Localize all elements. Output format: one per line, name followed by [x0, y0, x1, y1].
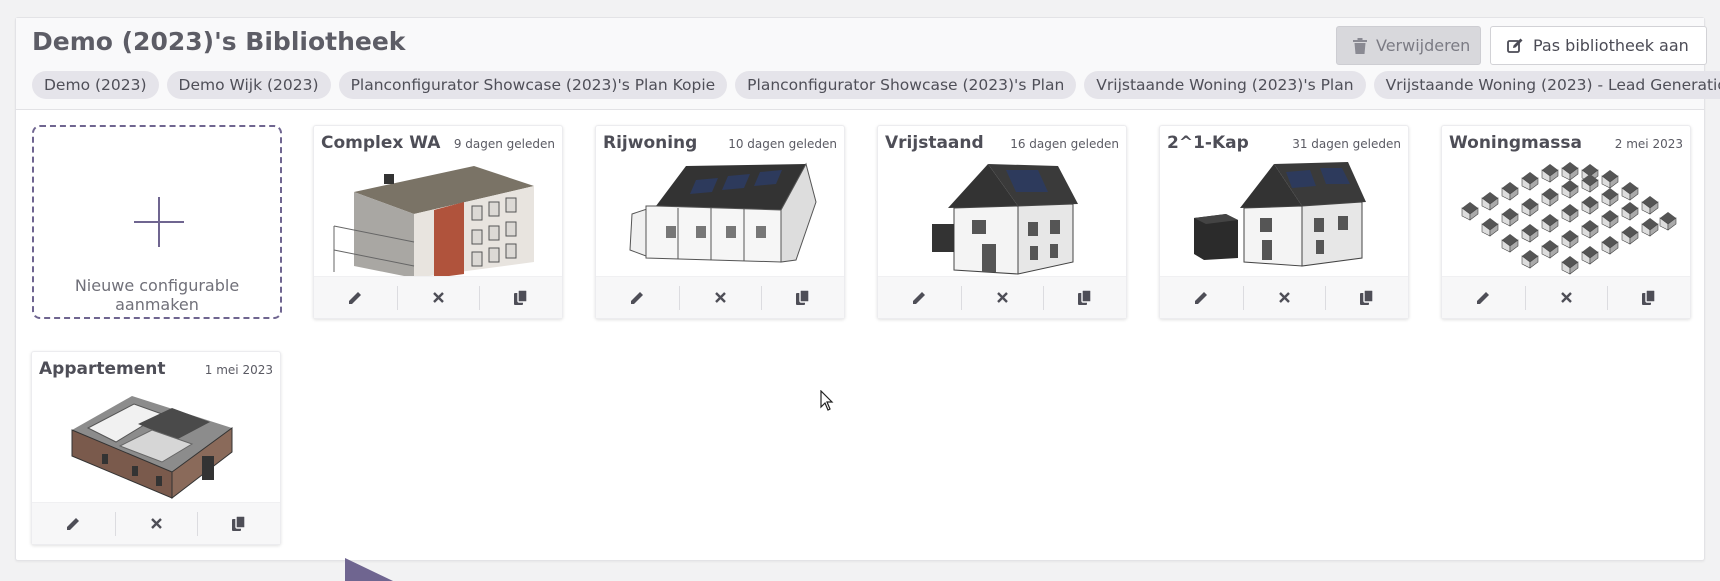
pencil-icon: [1476, 292, 1489, 304]
close-icon: [996, 292, 1008, 303]
configurable-card[interactable]: Complex WA 9 dagen geleden: [313, 125, 563, 319]
card-thumbnail: [606, 162, 836, 278]
close-icon: [1560, 292, 1572, 303]
mouse-cursor-icon: [820, 390, 834, 411]
copy-icon: [1077, 290, 1092, 305]
delete-card-button[interactable]: [960, 277, 1044, 318]
duplicate-card-button[interactable]: [197, 503, 280, 544]
card-title: 2^1-Kap: [1167, 133, 1249, 153]
delete-card-button[interactable]: [396, 277, 480, 318]
pencil-icon: [912, 292, 925, 304]
card-date: 1 mei 2023: [204, 363, 273, 377]
duplicate-card-button[interactable]: [761, 277, 844, 318]
copy-icon: [231, 516, 246, 531]
card-date: 10 dagen geleden: [728, 137, 837, 151]
tag[interactable]: Vrijstaande Woning (2023) - Lead Generat…: [1373, 71, 1720, 99]
pencil-icon: [630, 292, 643, 304]
card-actions: [596, 276, 844, 318]
edit-icon: [1507, 38, 1524, 54]
tag[interactable]: Planconfigurator Showcase (2023)'s Plan: [735, 71, 1077, 99]
duplicate-card-button[interactable]: [1607, 277, 1690, 318]
page-title: Demo (2023)'s Bibliotheek: [32, 27, 406, 56]
edit-library-button[interactable]: Pas bibliotheek aan: [1490, 26, 1707, 65]
delete-card-button[interactable]: [678, 277, 762, 318]
close-icon: [150, 518, 162, 529]
play-arrow-icon: [345, 558, 393, 581]
delete-button-label: Verwijderen: [1376, 36, 1471, 55]
new-configurable-card[interactable]: Nieuwe configurable aanmaken: [32, 125, 282, 319]
card-actions: [314, 276, 562, 318]
card-thumbnail: [888, 162, 1118, 278]
copy-icon: [1641, 290, 1656, 305]
configurable-card[interactable]: Rijwoning 10 dagen geleden: [595, 125, 845, 319]
edit-card-button[interactable]: [878, 277, 961, 318]
configurable-card[interactable]: Vrijstaand 16 dagen geleden: [877, 125, 1127, 319]
trash-icon: [1353, 37, 1367, 54]
tag-list: Demo (2023) Demo Wijk (2023) Planconfigu…: [32, 71, 1720, 99]
card-actions: [878, 276, 1126, 318]
edit-card-button[interactable]: [596, 277, 679, 318]
card-title: Rijwoning: [603, 133, 698, 153]
card-date: 16 dagen geleden: [1010, 137, 1119, 151]
edit-card-button[interactable]: [32, 503, 115, 544]
card-thumbnail: [1452, 162, 1682, 278]
tag[interactable]: Planconfigurator Showcase (2023)'s Plan …: [338, 71, 728, 99]
card-thumbnail: [1170, 162, 1400, 278]
copy-icon: [513, 290, 528, 305]
library-header: Demo (2023)'s Bibliotheek Verwijderen Pa…: [16, 18, 1720, 110]
card-actions: [1442, 276, 1690, 318]
configurable-card[interactable]: Appartement 1 mei 2023: [31, 351, 281, 545]
configurable-card[interactable]: 2^1-Kap 31 dagen geleden: [1159, 125, 1409, 319]
card-thumbnail: [42, 388, 272, 504]
duplicate-card-button[interactable]: [1325, 277, 1408, 318]
close-icon: [1278, 292, 1290, 303]
tag[interactable]: Demo Wijk (2023): [166, 71, 331, 99]
delete-card-button[interactable]: [114, 503, 198, 544]
duplicate-card-button[interactable]: [479, 277, 562, 318]
card-title: Vrijstaand: [885, 133, 984, 153]
card-title: Woningmassa: [1449, 133, 1582, 153]
library-panel: Demo (2023)'s Bibliotheek Verwijderen Pa…: [15, 17, 1720, 561]
pencil-icon: [66, 518, 79, 530]
close-icon: [714, 292, 726, 303]
card-date: 31 dagen geleden: [1292, 137, 1401, 151]
edit-card-button[interactable]: [1442, 277, 1525, 318]
close-icon: [432, 292, 444, 303]
tag[interactable]: Demo (2023): [32, 71, 159, 99]
duplicate-card-button[interactable]: [1043, 277, 1126, 318]
configurable-card[interactable]: Woningmassa 2 mei 2023: [1441, 125, 1691, 319]
new-configurable-label: Nieuwe configurable aanmaken: [74, 276, 240, 314]
card-actions: [1160, 276, 1408, 318]
copy-icon: [795, 290, 810, 305]
edit-card-button[interactable]: [314, 277, 397, 318]
edit-button-label: Pas bibliotheek aan: [1533, 36, 1689, 55]
delete-card-button[interactable]: [1524, 277, 1608, 318]
delete-card-button[interactable]: [1242, 277, 1326, 318]
plus-icon: [134, 197, 184, 247]
card-date: 2 mei 2023: [1614, 137, 1683, 151]
delete-library-button[interactable]: Verwijderen: [1336, 26, 1481, 65]
card-title: Appartement: [39, 359, 166, 379]
card-actions: [32, 502, 280, 544]
copy-icon: [1359, 290, 1374, 305]
pencil-icon: [348, 292, 361, 304]
edit-card-button[interactable]: [1160, 277, 1243, 318]
pencil-icon: [1194, 292, 1207, 304]
card-title: Complex WA: [321, 133, 441, 153]
card-date: 9 dagen geleden: [453, 137, 555, 151]
card-thumbnail: [324, 162, 554, 278]
tag[interactable]: Vrijstaande Woning (2023)'s Plan: [1084, 71, 1366, 99]
